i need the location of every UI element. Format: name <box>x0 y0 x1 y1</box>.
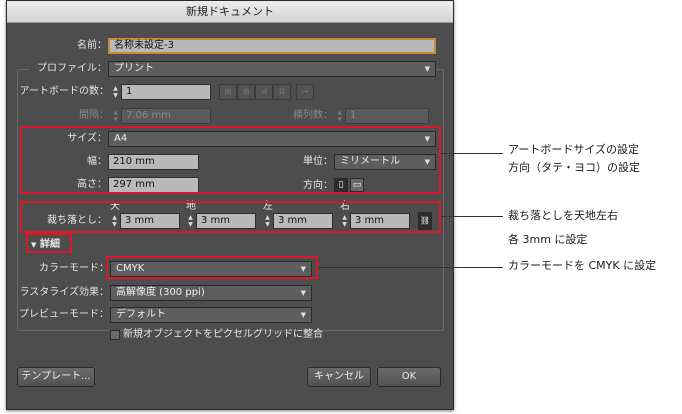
color-leader-line <box>318 267 503 268</box>
preview-mode-label: プレビューモード： <box>19 309 109 320</box>
bleed-highlight <box>20 201 441 233</box>
right-to-left-icon[interactable]: → <box>296 84 314 100</box>
artboards-stepper-icon[interactable]: ▲ ▼ <box>111 85 120 99</box>
profile-value: プリント <box>114 63 154 74</box>
arrange-by-column-icon[interactable]: ⇊ <box>273 84 291 100</box>
annotation-bleed-line2: 各 3mm に設定 <box>508 233 588 246</box>
template-button[interactable]: テンプレート... <box>17 367 95 387</box>
annotation-size-line1: アートボードサイズの設定 <box>508 143 640 156</box>
spacing-stepper-icon[interactable]: ▲ ▼ <box>111 109 120 123</box>
cancel-button[interactable]: キャンセル <box>307 367 371 387</box>
preview-mode-value: デフォルト <box>116 309 166 320</box>
raster-effects-select[interactable]: 高解像度 (300 ppi) ▼ <box>110 285 312 301</box>
columns-stepper-icon[interactable]: ▲ ▼ <box>335 109 344 123</box>
preview-mode-select[interactable]: デフォルト ▼ <box>110 307 312 323</box>
color-mode-highlight <box>106 256 318 279</box>
name-input[interactable]: 名称未設定-3 <box>108 38 436 54</box>
chevron-down-icon: ▼ <box>300 311 306 319</box>
chevron-down-icon: ▼ <box>300 289 306 297</box>
name-label: 名前： <box>77 40 107 51</box>
columns-label: 横列数： <box>293 110 333 121</box>
spacing-input[interactable]: 7.06 mm <box>121 108 211 124</box>
ok-button[interactable]: OK <box>377 367 441 387</box>
grid-by-row-icon[interactable]: ⊞ <box>219 84 237 100</box>
dialog-title: 新規ドキュメント <box>7 1 453 23</box>
advanced-highlight <box>26 233 72 253</box>
pixel-grid-checkbox[interactable] <box>110 330 120 340</box>
raster-effects-value: 高解像度 (300 ppi) <box>116 287 205 298</box>
profile-select[interactable]: プリント ▼ <box>108 61 436 77</box>
color-mode-label: カラーモード： <box>39 263 109 274</box>
chevron-down-icon: ▼ <box>424 65 430 73</box>
artboards-label: アートボードの数： <box>19 86 109 97</box>
raster-effects-label: ラスタライズ効果： <box>19 287 110 298</box>
bleed-leader-line <box>441 216 503 217</box>
arrange-by-row-icon[interactable]: ⇉ <box>255 84 273 100</box>
size-leader-line <box>441 153 503 154</box>
annotation-color-mode: カラーモードを CMYK に設定 <box>508 259 657 272</box>
profile-label: プロファイル： <box>29 61 107 77</box>
annotation-bleed-line1: 裁ち落としを天地左右 <box>508 209 618 222</box>
pixel-grid-label: 新規オブジェクトをピクセルグリッドに整合 <box>123 329 323 340</box>
annotation-size-line2: 方向（タテ・ヨコ）の設定 <box>508 161 640 174</box>
grid-by-column-icon[interactable]: ⊞ <box>237 84 255 100</box>
spacing-label: 間隔： <box>79 110 109 121</box>
artboards-input[interactable]: 1 <box>121 84 211 100</box>
size-orientation-highlight <box>20 126 441 194</box>
columns-input[interactable]: 1 <box>345 108 429 124</box>
